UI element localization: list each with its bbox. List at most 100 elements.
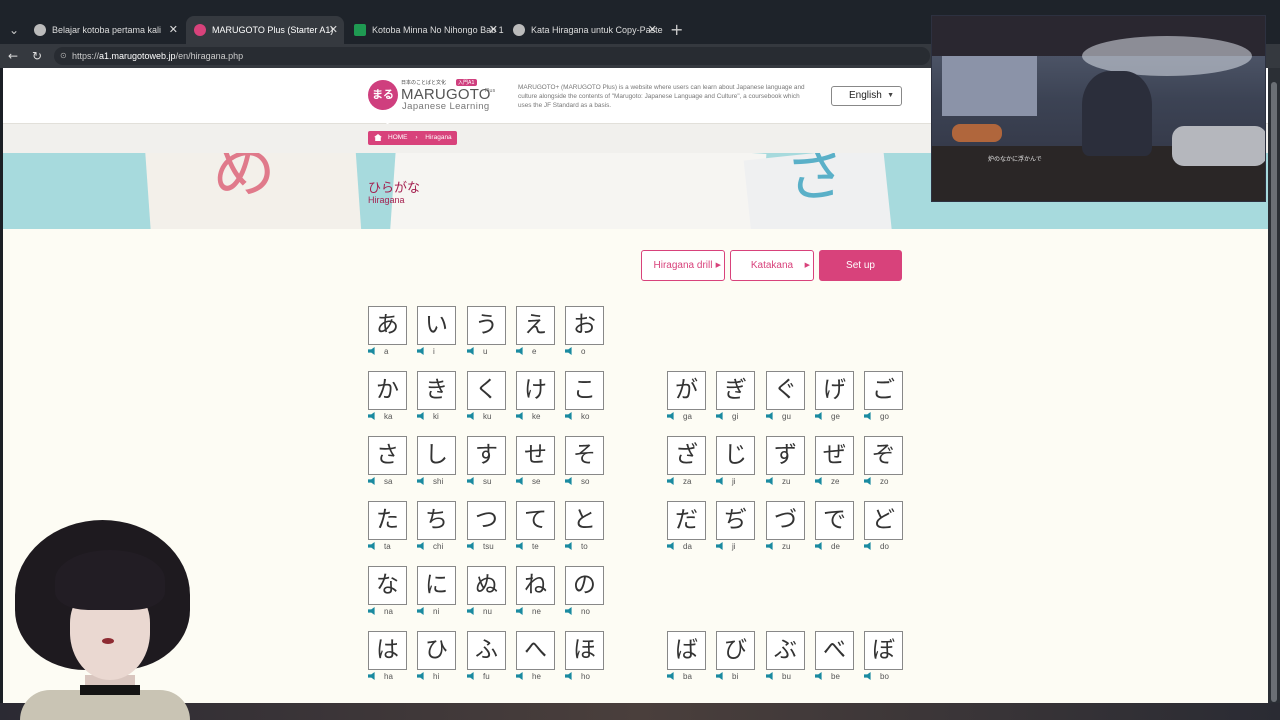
speaker-icon[interactable] <box>864 542 871 550</box>
speaker-icon[interactable] <box>716 672 723 680</box>
kana-character-button[interactable]: ふ <box>467 631 506 670</box>
speaker-icon[interactable] <box>667 542 674 550</box>
kana-character-button[interactable]: が <box>667 371 706 410</box>
kana-character-button[interactable]: そ <box>565 436 604 475</box>
browser-tab-3[interactable]: Kotoba Minna No Nihongo Bab 1 ✕ <box>346 16 504 44</box>
speaker-icon[interactable] <box>467 542 474 550</box>
speaker-icon[interactable] <box>667 477 674 485</box>
setup-button[interactable]: Set up <box>819 250 902 281</box>
kana-character-button[interactable]: し <box>417 436 456 475</box>
browser-tab-2-active[interactable]: MARUGOTO Plus (Starter A1) ✕ <box>186 16 344 44</box>
kana-character-button[interactable]: ち <box>417 501 456 540</box>
kana-character-button[interactable]: い <box>417 306 456 345</box>
speaker-icon[interactable] <box>417 672 424 680</box>
speaker-icon[interactable] <box>667 412 674 420</box>
site-info-icon[interactable]: ⊙ <box>60 47 67 65</box>
speaker-icon[interactable] <box>368 672 375 680</box>
speaker-icon[interactable] <box>467 607 474 615</box>
kana-character-button[interactable]: と <box>565 501 604 540</box>
katakana-button[interactable]: Katakana ▶ <box>730 250 814 281</box>
kana-character-button[interactable]: の <box>565 566 604 605</box>
kana-character-button[interactable]: ぐ <box>766 371 805 410</box>
kana-character-button[interactable]: く <box>467 371 506 410</box>
speaker-icon[interactable] <box>565 477 572 485</box>
marugoto-logo-badge[interactable]: まるごと <box>368 80 398 131</box>
kana-character-button[interactable]: た <box>368 501 407 540</box>
home-icon[interactable] <box>374 134 382 141</box>
kana-character-button[interactable]: だ <box>667 501 706 540</box>
speaker-icon[interactable] <box>766 477 773 485</box>
speaker-icon[interactable] <box>716 477 723 485</box>
kana-character-button[interactable]: ぢ <box>716 501 755 540</box>
speaker-icon[interactable] <box>667 672 674 680</box>
kana-character-button[interactable]: か <box>368 371 407 410</box>
browser-tab-4[interactable]: Kata Hiragana untuk Copy-Paste ✕ <box>505 16 663 44</box>
speaker-icon[interactable] <box>467 672 474 680</box>
speaker-icon[interactable] <box>766 412 773 420</box>
url-input[interactable]: ⊙ https://a1.marugotoweb.jp/en/hiragana.… <box>54 47 930 65</box>
speaker-icon[interactable] <box>565 672 572 680</box>
speaker-icon[interactable] <box>815 542 822 550</box>
speaker-icon[interactable] <box>864 477 871 485</box>
kana-character-button[interactable]: え <box>516 306 555 345</box>
kana-character-button[interactable]: な <box>368 566 407 605</box>
speaker-icon[interactable] <box>368 607 375 615</box>
kana-character-button[interactable]: ね <box>516 566 555 605</box>
breadcrumb-home-link[interactable]: HOME <box>388 134 408 141</box>
kana-character-button[interactable]: ず <box>766 436 805 475</box>
speaker-icon[interactable] <box>417 542 424 550</box>
speaker-icon[interactable] <box>766 672 773 680</box>
speaker-icon[interactable] <box>766 542 773 550</box>
speaker-icon[interactable] <box>368 542 375 550</box>
hiragana-drill-button[interactable]: Hiragana drill ▶ <box>641 250 725 281</box>
speaker-icon[interactable] <box>565 412 572 420</box>
kana-character-button[interactable]: せ <box>516 436 555 475</box>
page-scrollbar[interactable] <box>1268 68 1280 703</box>
kana-character-button[interactable]: ぞ <box>864 436 903 475</box>
close-tab-icon[interactable]: ✕ <box>329 16 338 44</box>
kana-character-button[interactable]: び <box>716 631 755 670</box>
kana-character-button[interactable]: す <box>467 436 506 475</box>
speaker-icon[interactable] <box>417 607 424 615</box>
kana-character-button[interactable]: ぎ <box>716 371 755 410</box>
speaker-icon[interactable] <box>565 347 572 355</box>
scrollbar-thumb[interactable] <box>1271 82 1277 702</box>
speaker-icon[interactable] <box>565 542 572 550</box>
kana-character-button[interactable]: お <box>565 306 604 345</box>
kana-character-button[interactable]: ぜ <box>815 436 854 475</box>
speaker-icon[interactable] <box>467 347 474 355</box>
browser-tab-1[interactable]: Belajar kotoba pertama kali ✕ <box>26 16 184 44</box>
kana-character-button[interactable]: に <box>417 566 456 605</box>
speaker-icon[interactable] <box>815 672 822 680</box>
speaker-icon[interactable] <box>815 412 822 420</box>
kana-character-button[interactable]: ば <box>667 631 706 670</box>
kana-character-button[interactable]: ほ <box>565 631 604 670</box>
speaker-icon[interactable] <box>467 477 474 485</box>
speaker-icon[interactable] <box>417 477 424 485</box>
kana-character-button[interactable]: へ <box>516 631 555 670</box>
speaker-icon[interactable] <box>417 347 424 355</box>
speaker-icon[interactable] <box>716 542 723 550</box>
speaker-icon[interactable] <box>368 477 375 485</box>
speaker-icon[interactable] <box>815 477 822 485</box>
speaker-icon[interactable] <box>516 672 523 680</box>
speaker-icon[interactable] <box>864 672 871 680</box>
new-tab-icon[interactable]: + <box>670 20 683 40</box>
kana-character-button[interactable]: き <box>417 371 456 410</box>
kana-character-button[interactable]: こ <box>565 371 604 410</box>
kana-character-button[interactable]: べ <box>815 631 854 670</box>
kana-character-button[interactable]: ど <box>864 501 903 540</box>
kana-character-button[interactable]: ぶ <box>766 631 805 670</box>
speaker-icon[interactable] <box>565 607 572 615</box>
kana-character-button[interactable]: つ <box>467 501 506 540</box>
kana-character-button[interactable]: ぼ <box>864 631 903 670</box>
speaker-icon[interactable] <box>516 607 523 615</box>
kana-character-button[interactable]: ご <box>864 371 903 410</box>
back-arrow-icon[interactable]: ← <box>8 48 18 64</box>
kana-character-button[interactable]: う <box>467 306 506 345</box>
close-tab-icon[interactable]: ✕ <box>648 16 657 44</box>
kana-character-button[interactable]: あ <box>368 306 407 345</box>
tab-list-dropdown-icon[interactable]: ⌄ <box>4 20 24 40</box>
speaker-icon[interactable] <box>368 347 375 355</box>
speaker-icon[interactable] <box>467 412 474 420</box>
